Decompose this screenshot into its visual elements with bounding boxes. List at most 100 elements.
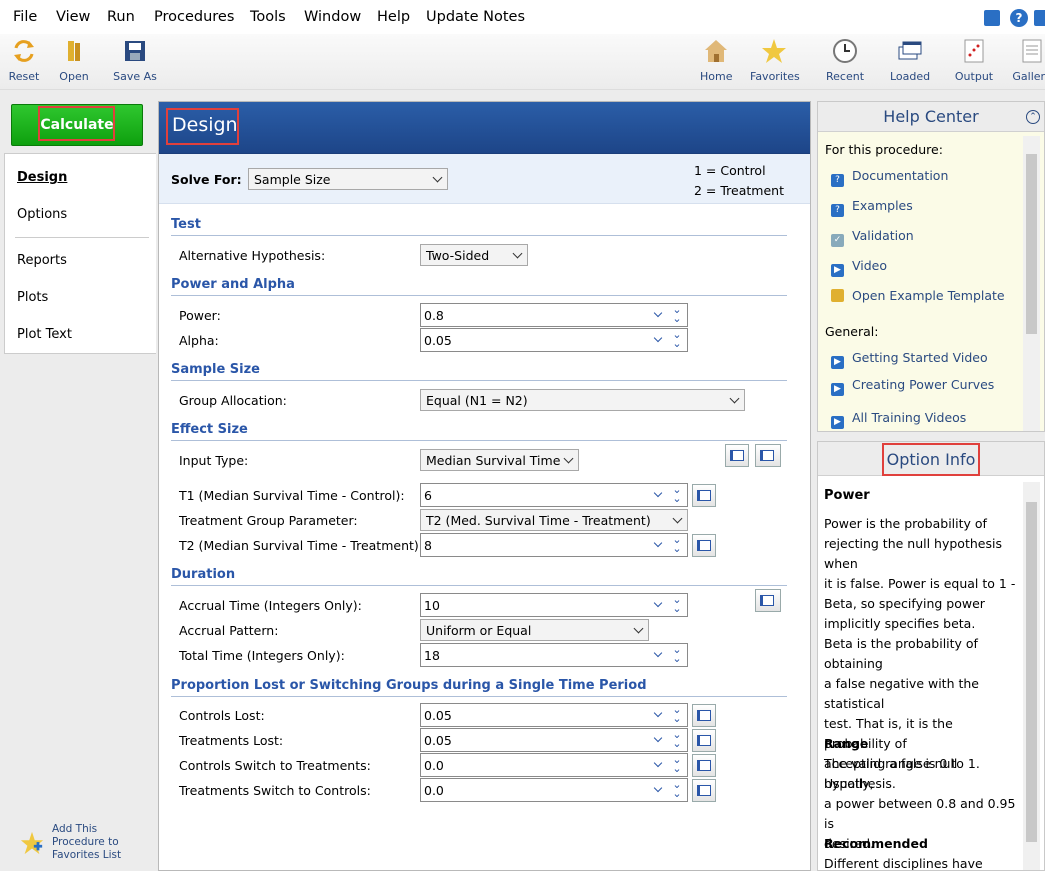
chevron-down-icon[interactable] bbox=[653, 488, 663, 498]
menu-bar: File View Run Procedures Tools Window He… bbox=[0, 0, 1045, 34]
accrual-time-field[interactable]: 10 ⌄ ⌄ bbox=[420, 593, 688, 617]
option-scroll-thumb[interactable] bbox=[1026, 502, 1037, 842]
chevron-down-icon[interactable] bbox=[653, 538, 663, 548]
t1-field[interactable]: 6 ⌄ ⌄ bbox=[420, 483, 688, 507]
double-chevron-icon[interactable]: ⌄ ⌄ bbox=[672, 329, 682, 349]
help-link-getting-started[interactable]: ▶ Getting Started Video bbox=[831, 350, 988, 369]
option-info-scrollbar[interactable] bbox=[1023, 482, 1040, 870]
power-label: Power: bbox=[179, 308, 221, 323]
home-button[interactable]: Home bbox=[700, 38, 732, 83]
design-header: Design bbox=[159, 102, 810, 154]
recent-button[interactable]: Recent bbox=[824, 38, 866, 83]
menu-update-notes[interactable]: Update Notes bbox=[426, 9, 525, 25]
spreadsheet-icon bbox=[697, 490, 711, 501]
help-scrollbar[interactable] bbox=[1023, 136, 1040, 431]
loaded-button[interactable]: Loaded bbox=[890, 38, 930, 83]
menu-tools[interactable]: Tools bbox=[250, 9, 286, 25]
nav-design[interactable]: Design bbox=[17, 170, 67, 185]
favorites-button[interactable]: Favorites bbox=[750, 38, 800, 83]
double-chevron-icon[interactable]: ⌄ ⌄ bbox=[672, 484, 682, 504]
nav-plot-text[interactable]: Plot Text bbox=[17, 327, 72, 342]
save-as-button[interactable]: Save As bbox=[113, 38, 157, 83]
double-chevron-icon[interactable]: ⌄ ⌄ bbox=[672, 729, 682, 749]
menu-procedures[interactable]: Procedures bbox=[154, 9, 234, 25]
open-button[interactable]: Open bbox=[58, 38, 90, 83]
output-button[interactable]: Output bbox=[954, 38, 994, 83]
total-time-field[interactable]: 18 ⌄ ⌄ bbox=[420, 643, 688, 667]
windows-icon bbox=[898, 41, 922, 60]
help-link-validation[interactable]: ✓ Validation bbox=[831, 228, 914, 247]
menu-window[interactable]: Window bbox=[304, 9, 361, 25]
help-scroll-thumb[interactable] bbox=[1026, 154, 1037, 334]
t2c-spreadsheet-button[interactable] bbox=[692, 779, 716, 802]
effect-tool-button[interactable] bbox=[725, 444, 749, 467]
c2t-field[interactable]: 0.0 ⌄ ⌄ bbox=[420, 753, 688, 777]
nav-icon[interactable] bbox=[1034, 10, 1045, 26]
add-to-favorites[interactable]: Add This Procedure to Favorites List bbox=[20, 823, 121, 862]
section-lost-switching: Proportion Lost or Switching Groups duri… bbox=[171, 678, 787, 697]
double-chevron-icon[interactable]: ⌄ ⌄ bbox=[672, 704, 682, 724]
double-chevron-icon[interactable]: ⌄ ⌄ bbox=[672, 754, 682, 774]
panel-icon bbox=[760, 595, 774, 606]
solve-for-select[interactable]: Sample Size bbox=[248, 168, 448, 190]
c2t-spreadsheet-button[interactable] bbox=[692, 754, 716, 777]
double-chevron-icon[interactable]: ⌄ ⌄ bbox=[672, 534, 682, 554]
chevron-down-icon[interactable] bbox=[653, 783, 663, 793]
controls-lost-spreadsheet-button[interactable] bbox=[692, 704, 716, 727]
help-link-open-example[interactable]: Open Example Template bbox=[831, 288, 1005, 303]
help-link-power-curves[interactable]: ▶ Creating Power Curves bbox=[831, 377, 994, 396]
help-icon[interactable]: ? bbox=[1010, 9, 1028, 27]
chevron-down-icon[interactable] bbox=[653, 333, 663, 343]
menu-file[interactable]: File bbox=[13, 9, 37, 25]
double-chevron-icon[interactable]: ⌄ ⌄ bbox=[672, 304, 682, 324]
tgp-select[interactable]: T2 (Med. Survival Time - Treatment) bbox=[420, 509, 688, 531]
video-icon[interactable] bbox=[984, 10, 1000, 26]
double-chevron-icon[interactable]: ⌄ ⌄ bbox=[672, 644, 682, 664]
alpha-field[interactable]: 0.05 ⌄ ⌄ bbox=[420, 328, 688, 352]
menu-run[interactable]: Run bbox=[107, 9, 135, 25]
gallery-icon bbox=[1022, 39, 1042, 63]
design-panel: Design Solve For: Sample Size 1 = Contro… bbox=[158, 101, 811, 871]
chevron-down-icon[interactable] bbox=[653, 648, 663, 658]
legend-control: 1 = Control bbox=[694, 163, 766, 178]
alt-hyp-select[interactable]: Two-Sided bbox=[420, 244, 528, 266]
t1-spreadsheet-button[interactable] bbox=[692, 484, 716, 507]
chevron-down-icon[interactable] bbox=[653, 758, 663, 768]
nav-reports[interactable]: Reports bbox=[17, 253, 67, 268]
double-chevron-icon[interactable]: ⌄ ⌄ bbox=[672, 594, 682, 614]
output-chart-icon bbox=[964, 39, 984, 63]
t2-label: T2 (Median Survival Time - Treatment): bbox=[179, 538, 423, 553]
treatments-lost-spreadsheet-button[interactable] bbox=[692, 729, 716, 752]
nav-options[interactable]: Options bbox=[17, 207, 67, 222]
help-link-training[interactable]: ▶ All Training Videos bbox=[831, 410, 966, 429]
chevron-down-icon[interactable] bbox=[653, 308, 663, 318]
chevron-down-icon[interactable] bbox=[653, 598, 663, 608]
t2-spreadsheet-button[interactable] bbox=[692, 534, 716, 557]
chevron-down-icon[interactable] bbox=[653, 733, 663, 743]
gallery-button[interactable]: Gallery bbox=[1012, 38, 1045, 83]
accrual-pattern-select[interactable]: Uniform or Equal bbox=[420, 619, 649, 641]
star-icon bbox=[762, 39, 786, 63]
power-field[interactable]: 0.8 ⌄ ⌄ bbox=[420, 303, 688, 327]
menu-help[interactable]: Help bbox=[377, 9, 410, 25]
treatments-lost-field[interactable]: 0.05 ⌄ ⌄ bbox=[420, 728, 688, 752]
group-alloc-select[interactable]: Equal (N1 = N2) bbox=[420, 389, 745, 411]
double-chevron-icon[interactable]: ⌄ ⌄ bbox=[672, 779, 682, 799]
duration-panel-button[interactable] bbox=[755, 589, 781, 612]
effect-panel-button[interactable] bbox=[755, 444, 781, 467]
chevron-down-icon[interactable] bbox=[653, 708, 663, 718]
chevron-down-icon bbox=[633, 623, 644, 634]
menu-view[interactable]: View bbox=[56, 9, 90, 25]
input-type-select[interactable]: Median Survival Time bbox=[420, 449, 579, 471]
help-link-documentation[interactable]: ? Documentation bbox=[831, 168, 948, 187]
controls-lost-field[interactable]: 0.05 ⌄ ⌄ bbox=[420, 703, 688, 727]
spreadsheet-icon bbox=[697, 760, 711, 771]
nav-plots[interactable]: Plots bbox=[17, 290, 48, 305]
help-link-video[interactable]: ▶ Video bbox=[831, 258, 887, 277]
help-link-examples[interactable]: ? Examples bbox=[831, 198, 913, 217]
collapse-icon[interactable]: ⌃ bbox=[1026, 110, 1040, 124]
reset-button[interactable]: Reset bbox=[8, 38, 40, 83]
t2-field[interactable]: 8 ⌄ ⌄ bbox=[420, 533, 688, 557]
t2c-field[interactable]: 0.0 ⌄ ⌄ bbox=[420, 778, 688, 802]
chevron-down-icon bbox=[432, 172, 443, 183]
